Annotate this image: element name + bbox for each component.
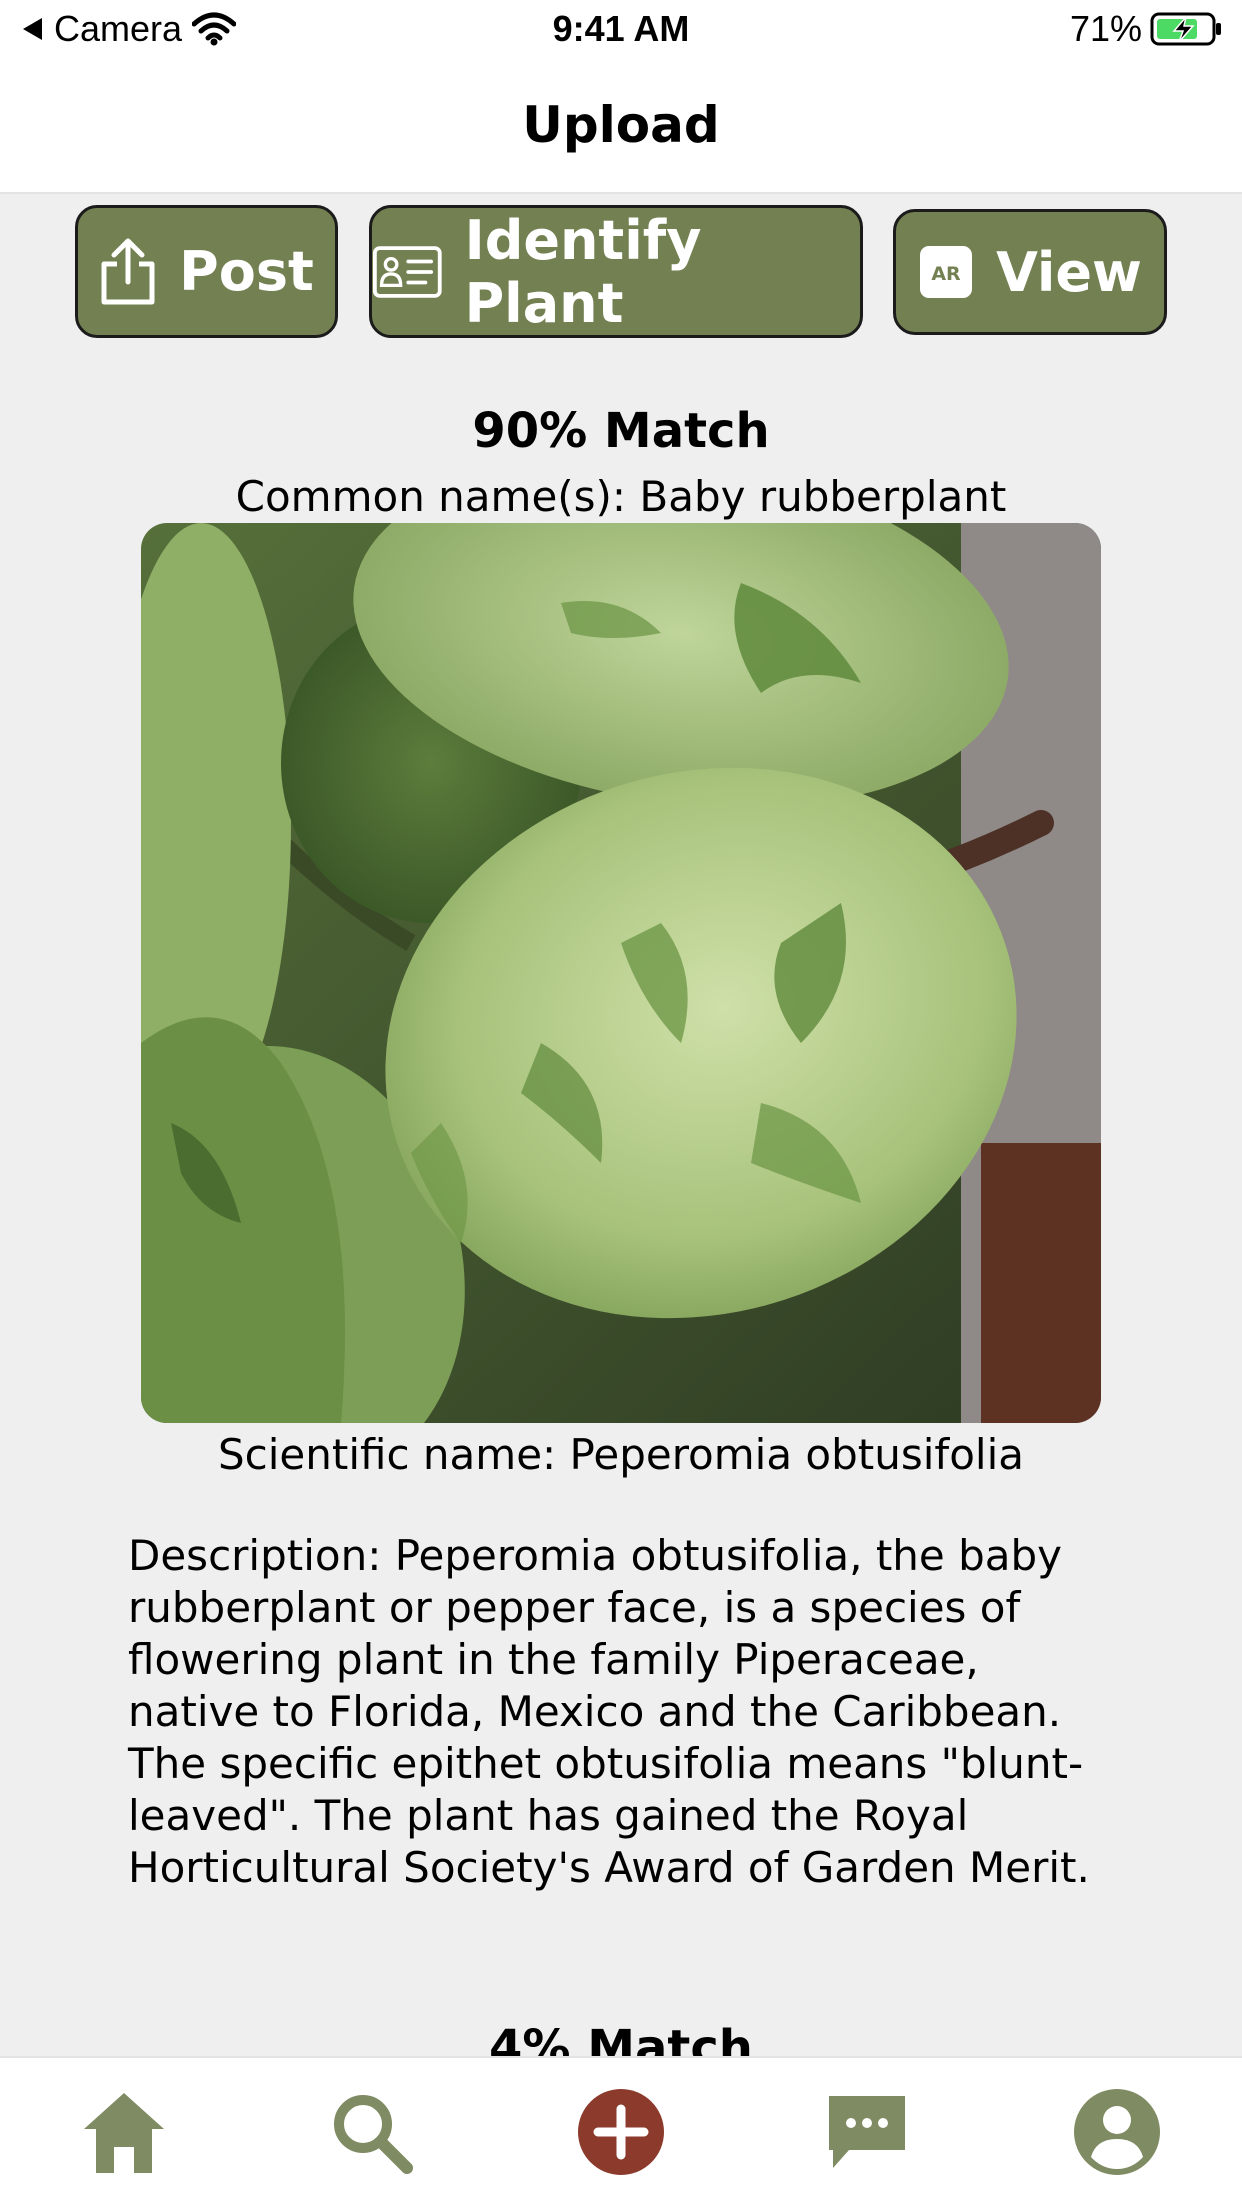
view-button-label: View [996, 240, 1142, 304]
profile-icon [1074, 2089, 1160, 2175]
tab-home[interactable] [74, 2082, 174, 2182]
common-name: Common name(s): Baby rubberplant [235, 472, 1007, 521]
messages-icon [829, 2096, 905, 2168]
search-icon [334, 2095, 413, 2174]
home-icon [84, 2093, 164, 2173]
battery-percent: 71% [1069, 8, 1142, 49]
id-card-icon [372, 245, 442, 298]
match-percentage: 90% Match [472, 403, 770, 459]
ar-icon: AR [920, 246, 973, 298]
tab-messages[interactable] [817, 2082, 917, 2182]
identify-plant-button-label: Identify Plant [464, 208, 702, 335]
tab-add[interactable] [571, 2082, 671, 2182]
clock: 9:41 AM [552, 8, 690, 49]
status-bar: Camera 9:41 AM 71% [0, 0, 1242, 62]
tab-profile[interactable] [1067, 2082, 1167, 2182]
battery-status: 71% [1070, 8, 1224, 50]
identify-plant-button[interactable]: Identify Plant [369, 205, 863, 338]
scientific-name: Scientific name: Peperomia obtusifolia [218, 1430, 1024, 1479]
ar-view-button[interactable]: AR View [893, 209, 1167, 335]
battery-charging-icon [1150, 12, 1221, 46]
page-title: Upload [522, 96, 720, 154]
share-upload-icon [101, 238, 155, 304]
post-button[interactable]: Post [75, 205, 338, 338]
plant-description: Description: Peperomia obtusifolia, the … [128, 1531, 1090, 1892]
add-icon [578, 2089, 664, 2175]
navigation-bar: Upload [0, 62, 1242, 194]
tab-search[interactable] [321, 2082, 421, 2182]
tab-bar [0, 2056, 1242, 2210]
svg-text:AR: AR [931, 263, 961, 285]
post-button-label: Post [179, 240, 314, 303]
plant-photo [141, 523, 1101, 1423]
